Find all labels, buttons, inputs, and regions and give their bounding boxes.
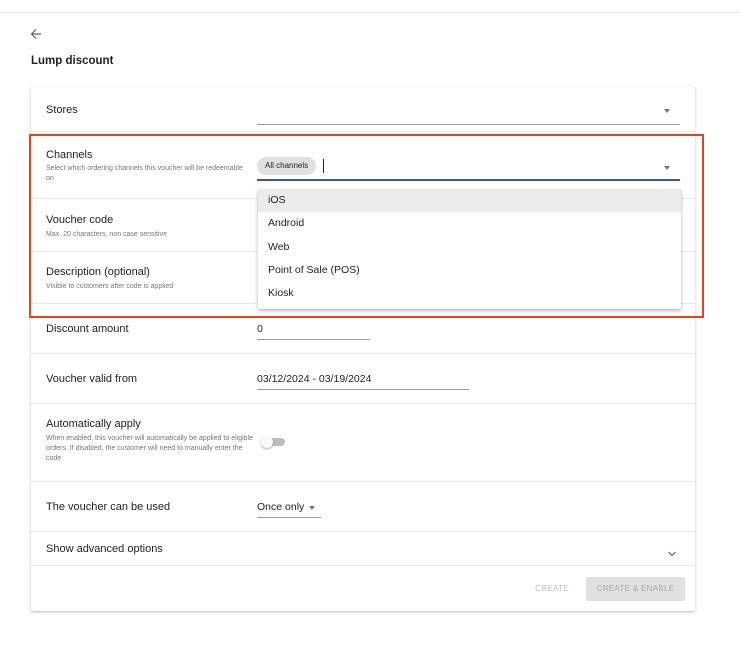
voucher-code-hint: Max. 20 characters, non case sensitive xyxy=(46,231,168,238)
voucher-form-card: Stores Channels Select which ordering ch… xyxy=(31,87,695,611)
top-divider xyxy=(0,12,740,13)
back-button[interactable] xyxy=(30,28,48,44)
channel-option-pos[interactable]: Point of Sale (POS) xyxy=(258,259,681,282)
stores-underline xyxy=(257,124,680,125)
channel-option-web[interactable]: Web xyxy=(258,236,681,259)
discount-amount-input[interactable]: 0 xyxy=(257,316,370,342)
stores-label: Stores xyxy=(46,104,78,116)
advanced-options-toggle[interactable]: Show advanced options xyxy=(31,532,695,566)
stores-select[interactable] xyxy=(257,95,680,125)
chevron-down-icon xyxy=(667,545,677,557)
usage-label: The voucher can be used xyxy=(46,501,171,513)
auto-apply-hint: When enabled, this voucher will automati… xyxy=(46,435,254,462)
auto-apply-label: Automatically apply xyxy=(46,418,141,430)
advanced-options-label: Show advanced options xyxy=(46,543,163,555)
discount-amount-label: Discount amount xyxy=(46,323,129,335)
usage-value: Once only xyxy=(257,501,305,513)
usage-select[interactable]: Once only xyxy=(257,494,321,520)
discount-amount-row: Discount amount 0 xyxy=(31,304,695,354)
create-button[interactable]: CREATE xyxy=(527,578,577,600)
valid-from-row: Voucher valid from 03/12/2024 - 03/19/20… xyxy=(31,354,695,404)
toggle-thumb xyxy=(261,436,273,448)
auto-apply-row: Automatically apply When enabled, this v… xyxy=(31,404,695,482)
description-label: Description (optional) xyxy=(46,266,150,278)
usage-underline xyxy=(257,517,321,518)
arrow-left-icon xyxy=(30,29,41,39)
valid-from-underline xyxy=(257,389,469,390)
valid-from-label: Voucher valid from xyxy=(46,373,138,385)
caret-down-icon xyxy=(664,109,670,113)
discount-amount-value: 0 xyxy=(257,323,263,335)
channels-dropdown: iOS Android Web Point of Sale (POS) Kios… xyxy=(258,189,681,309)
channel-option-kiosk[interactable]: Kiosk xyxy=(258,282,681,305)
voucher-code-label: Voucher code xyxy=(46,214,114,226)
caret-down-icon xyxy=(309,506,315,510)
page-title: Lump discount xyxy=(31,55,114,67)
channel-option-android[interactable]: Android xyxy=(258,212,681,235)
create-enable-button[interactable]: CREATE & ENABLE xyxy=(586,577,685,601)
valid-from-input[interactable]: 03/12/2024 - 03/19/2024 xyxy=(257,366,469,392)
description-hint: Visible to customers after code is appli… xyxy=(46,283,174,290)
auto-apply-toggle[interactable] xyxy=(261,434,291,450)
channel-option-ios[interactable]: iOS xyxy=(258,189,681,212)
channels-underline xyxy=(257,179,680,181)
usage-row: The voucher can be used Once only xyxy=(31,482,695,532)
text-cursor xyxy=(323,159,324,173)
caret-down-icon xyxy=(664,166,670,170)
channel-chip[interactable]: All channels xyxy=(257,157,317,175)
discount-amount-underline xyxy=(257,339,370,340)
valid-from-value: 03/12/2024 - 03/19/2024 xyxy=(257,373,372,385)
stores-row: Stores xyxy=(31,87,695,132)
